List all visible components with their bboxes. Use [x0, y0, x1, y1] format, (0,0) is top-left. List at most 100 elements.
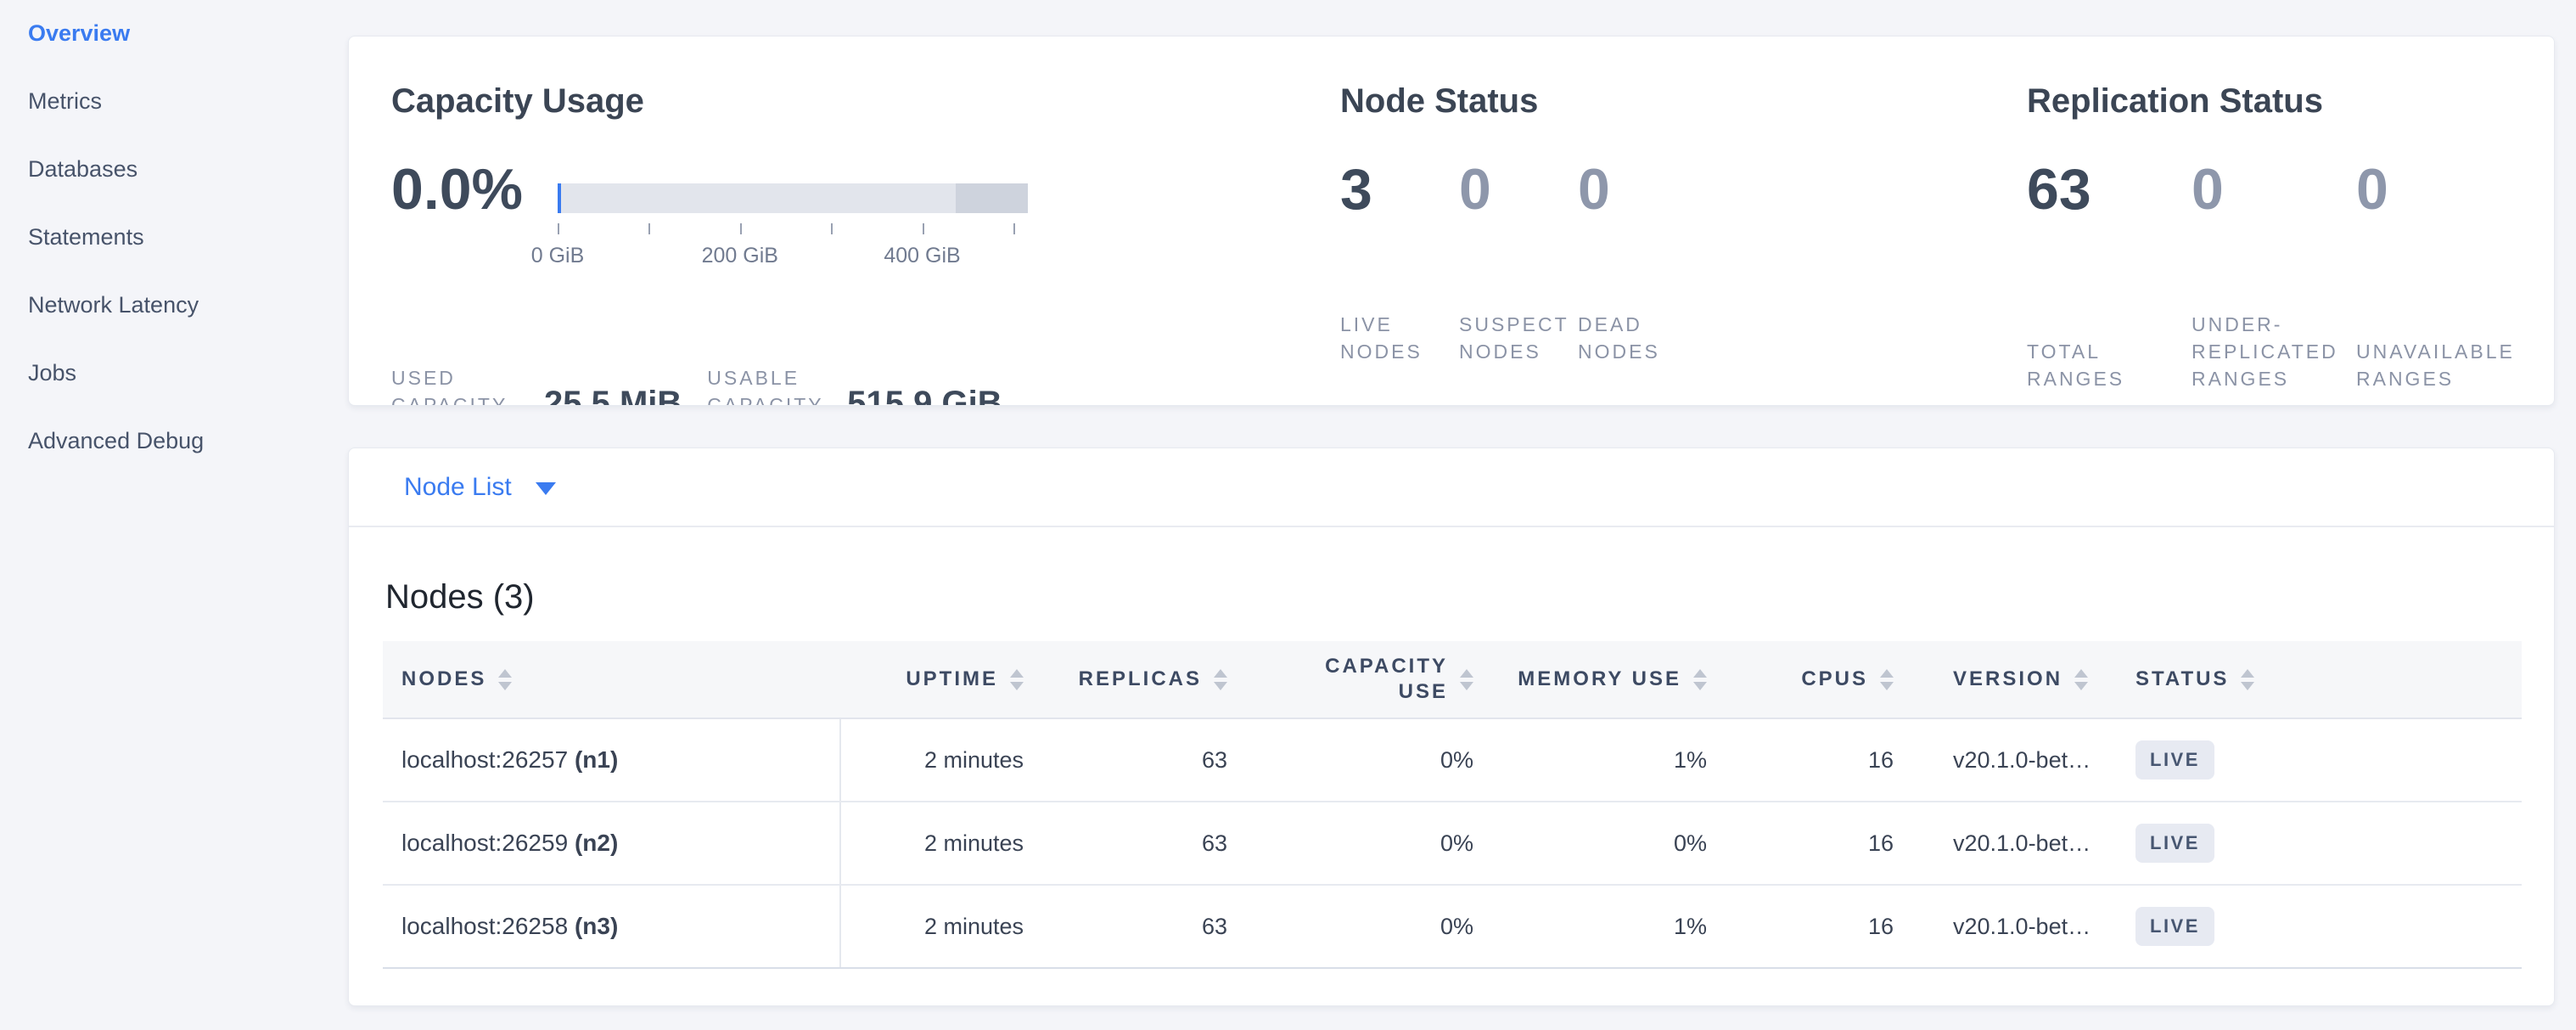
status-cell: LIVE [2114, 886, 2522, 967]
dead-nodes-value: 0 [1578, 160, 1697, 219]
node-list-dropdown-label: Node List [404, 473, 512, 502]
sort-arrows-icon [1214, 669, 1227, 690]
axis-tick [831, 223, 833, 234]
axis-tick [1013, 223, 1015, 234]
node-id: (n1) [575, 746, 618, 774]
replication-status-title: Replication Status [2027, 81, 2536, 121]
column-header-label: REPLICAS [1079, 667, 1202, 692]
column-header-status[interactable]: STATUS [2114, 641, 2522, 718]
axis-tick [558, 223, 559, 234]
axis-tick [740, 223, 742, 234]
sidebar-item-statements[interactable]: Statements [28, 226, 363, 249]
under-replicated-ranges-label: UNDER- REPLICATED RANGES [2192, 311, 2356, 392]
status-cell: LIVE [2114, 802, 2522, 884]
live-nodes-label: LIVE NODES [1340, 311, 1459, 365]
node-list-card: Node List Nodes (3) NODES UPTIME REPLICAS C… [348, 447, 2555, 1006]
used-capacity-label: USED CAPACITY [391, 364, 519, 406]
column-header-label: CPUS [1801, 667, 1868, 692]
nodes-count-title: Nodes (3) [385, 577, 2520, 617]
column-header-capacity-use[interactable]: CAPACITY USE [1227, 641, 1473, 718]
sort-arrows-icon [1460, 669, 1473, 690]
node-address-cell[interactable]: localhost:26258 (n3) [383, 886, 841, 967]
column-header-label: NODES [401, 667, 486, 692]
total-ranges-label: TOTAL RANGES [2027, 338, 2192, 392]
column-header-memory-use[interactable]: MEMORY USE [1473, 641, 1707, 718]
axis-tick [923, 223, 924, 234]
sort-arrows-icon [1693, 669, 1707, 690]
replicas-cell: 63 [1024, 719, 1227, 801]
cluster-summary-card: Capacity Usage 0.0% 0 GiB200 GiB400 GiB … [348, 36, 2555, 406]
node-list-dropdown-bar: Node List [349, 448, 2554, 527]
status-badge: LIVE [2135, 907, 2214, 946]
column-header-node[interactable]: NODES [383, 641, 841, 718]
capacity-use-cell: 0% [1227, 802, 1473, 884]
axis-tick-label: 200 GiB [702, 244, 778, 268]
node-address: localhost:26257 [401, 746, 575, 774]
total-ranges-value: 63 [2027, 160, 2192, 219]
node-address: localhost:26259 [401, 830, 575, 857]
used-capacity-value: 25.5 MiB [544, 386, 682, 406]
capacity-used-percent: 0.0% [391, 160, 536, 273]
cpus-cell: 16 [1707, 886, 1894, 967]
memory-use-cell: 1% [1473, 886, 1707, 967]
live-nodes-value: 3 [1340, 160, 1459, 219]
cpus-cell: 16 [1707, 719, 1894, 801]
nodes-table-body: localhost:26257 (n1)2 minutes630%1%16v20… [383, 719, 2522, 969]
sidebar-item-overview[interactable]: Overview [28, 22, 363, 45]
table-row: localhost:26259 (n2)2 minutes630%0%16v20… [383, 802, 2522, 886]
sort-arrows-icon [1880, 669, 1894, 690]
replicas-cell: 63 [1024, 886, 1227, 967]
column-header-label: CAPACITY USE [1325, 654, 1448, 705]
version-cell: v20.1.0-bet… [1894, 719, 2114, 801]
capacity-bar-reserved-segment [956, 183, 1028, 213]
usable-capacity-label: USABLE CAPACITY [707, 364, 826, 406]
table-row: localhost:26258 (n3)2 minutes630%1%16v20… [383, 886, 2522, 969]
sort-arrows-icon [498, 669, 512, 690]
axis-tick [648, 223, 650, 234]
node-address-cell[interactable]: localhost:26257 (n1) [383, 719, 841, 801]
sidebar-item-databases[interactable]: Databases [28, 158, 363, 181]
replicas-cell: 63 [1024, 802, 1227, 884]
node-address-cell[interactable]: localhost:26259 (n2) [383, 802, 841, 884]
node-status-section: Node Status 3 0 0 LIVE NODES SUSPECT NOD… [1340, 81, 2019, 365]
unavailable-ranges-value: 0 [2356, 160, 2521, 219]
sort-arrows-icon [2241, 669, 2254, 690]
column-header-label: VERSION [1953, 667, 2062, 692]
sort-arrows-icon [2074, 669, 2088, 690]
capacity-bar-used-segment [558, 183, 561, 213]
capacity-use-cell: 0% [1227, 886, 1473, 967]
axis-tick-label: 400 GiB [884, 244, 960, 268]
sort-arrows-icon [1010, 669, 1024, 690]
dead-nodes-label: DEAD NODES [1578, 311, 1697, 365]
sidebar-item-advanced-debug[interactable]: Advanced Debug [28, 430, 363, 453]
node-id: (n2) [575, 830, 618, 857]
sidebar-item-metrics[interactable]: Metrics [28, 90, 363, 113]
under-replicated-ranges-value: 0 [2192, 160, 2356, 219]
memory-use-cell: 1% [1473, 719, 1707, 801]
usable-capacity-value: 515.9 GiB [847, 386, 1002, 406]
memory-use-cell: 0% [1473, 802, 1707, 884]
suspect-nodes-value: 0 [1459, 160, 1578, 219]
sidebar-item-jobs[interactable]: Jobs [28, 362, 363, 385]
chevron-down-icon [536, 482, 556, 495]
column-header-uptime[interactable]: UPTIME [841, 641, 1024, 718]
column-header-replicas[interactable]: REPLICAS [1024, 641, 1227, 718]
sidebar-nav: Overview Metrics Databases Statements Networ… [0, 0, 363, 453]
column-header-label: UPTIME [906, 667, 998, 692]
nodes-table-header-row: NODES UPTIME REPLICAS CAPACITY USE MEMORY US… [383, 641, 2522, 719]
column-header-version[interactable]: VERSION [1894, 641, 2114, 718]
node-list-dropdown[interactable]: Node List [404, 473, 556, 502]
cpus-cell: 16 [1707, 802, 1894, 884]
axis-tick-label: 0 GiB [531, 244, 585, 268]
capacity-bar-chart: 0 GiB200 GiB400 GiB [558, 183, 1028, 273]
uptime-cell: 2 minutes [841, 719, 1024, 801]
unavailable-ranges-label: UNAVAILABLE RANGES [2356, 338, 2521, 392]
sidebar-item-network-latency[interactable]: Network Latency [28, 294, 363, 317]
uptime-cell: 2 minutes [841, 886, 1024, 967]
uptime-cell: 2 minutes [841, 802, 1024, 884]
column-header-label: STATUS [2135, 667, 2229, 692]
suspect-nodes-label: SUSPECT NODES [1459, 311, 1578, 365]
node-status-title: Node Status [1340, 81, 2019, 121]
capacity-usage-title: Capacity Usage [391, 81, 1342, 121]
column-header-cpus[interactable]: CPUS [1707, 641, 1894, 718]
